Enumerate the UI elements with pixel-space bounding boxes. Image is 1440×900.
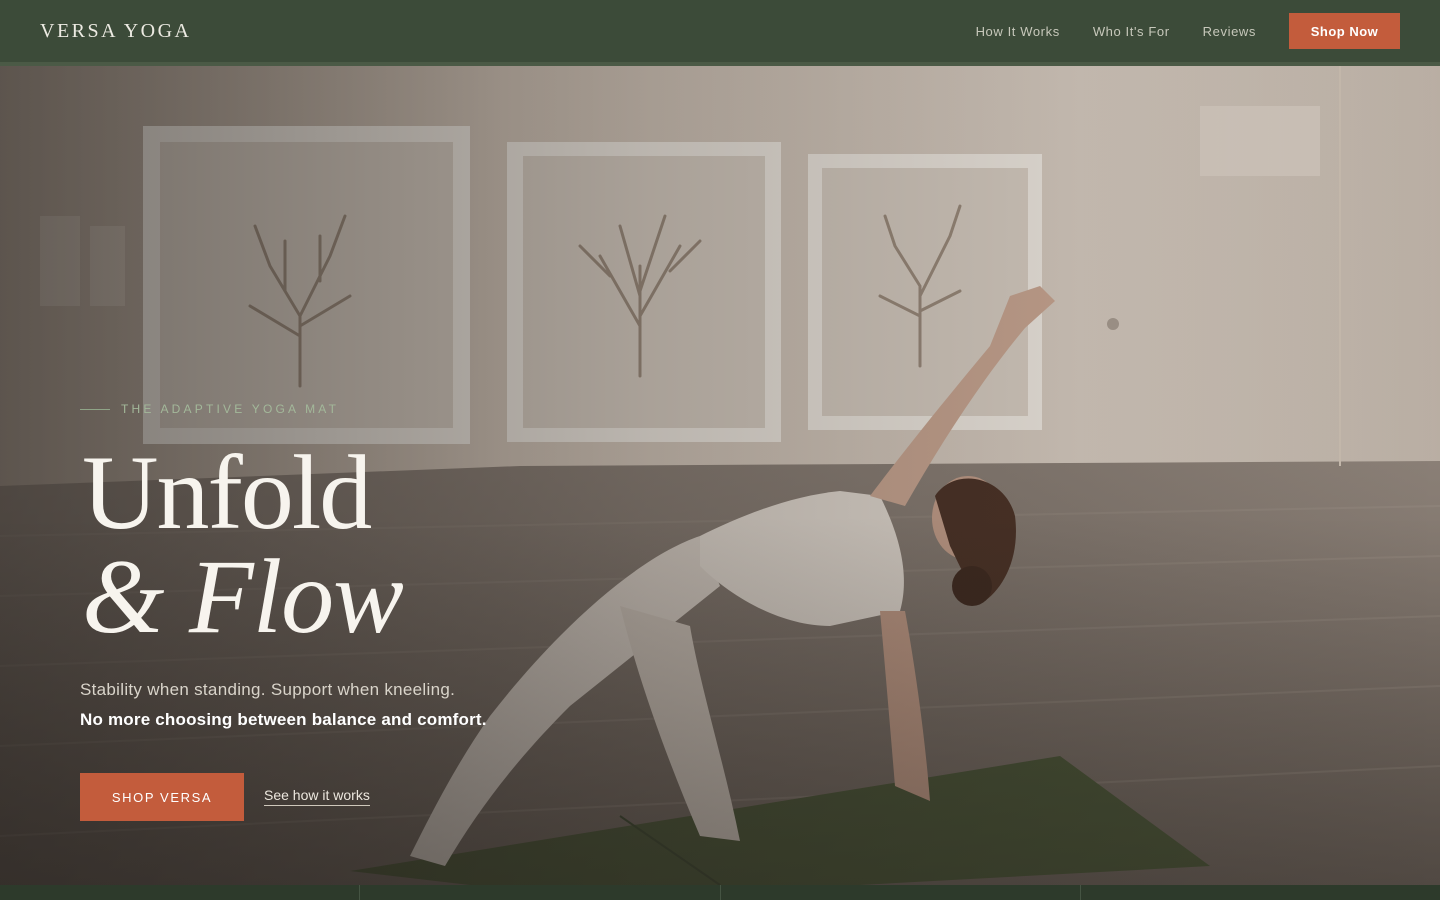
feature-strip xyxy=(0,885,1440,900)
brand-logo[interactable]: VERSA YOGA xyxy=(40,20,192,43)
nav-link-who-its-for[interactable]: Who It's For xyxy=(1093,24,1170,39)
feature-strip-cell xyxy=(1079,885,1440,900)
nav-link-reviews[interactable]: Reviews xyxy=(1203,24,1256,39)
eyebrow-text: THE ADAPTIVE YOGA MAT xyxy=(121,402,340,416)
see-how-it-works-link[interactable]: See how it works xyxy=(264,787,370,806)
feature-strip-cell xyxy=(0,885,359,900)
hero-headline-line2: & Flow xyxy=(82,538,404,655)
shop-now-button[interactable]: Shop Now xyxy=(1289,13,1400,49)
shop-versa-button[interactable]: SHOP VERSA xyxy=(80,773,244,821)
eyebrow-rule xyxy=(80,408,110,410)
feature-strip-cell xyxy=(359,885,719,900)
main-nav: How It Works Who It's For Reviews Shop N… xyxy=(976,13,1400,49)
hero-subline-2: No more choosing between balance and com… xyxy=(80,710,487,729)
feature-strip-cell xyxy=(719,885,1080,900)
hero-section: THE ADAPTIVE YOGA MAT Unfold & Flow Stab… xyxy=(0,66,1440,885)
header-divider xyxy=(0,62,1440,66)
hero-subline-1: Stability when standing. Support when kn… xyxy=(80,680,456,699)
hero-headline-line1: Unfold xyxy=(82,434,372,551)
nav-link-how-it-works[interactable]: How It Works xyxy=(976,24,1060,39)
site-header: VERSA YOGA How It Works Who It's For Rev… xyxy=(0,0,1440,62)
hero-eyebrow: THE ADAPTIVE YOGA MAT xyxy=(80,402,339,416)
